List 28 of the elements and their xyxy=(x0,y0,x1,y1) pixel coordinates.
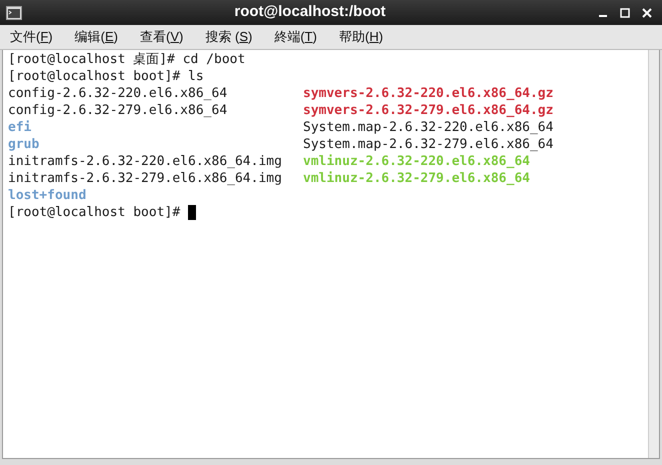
file-name: symvers-2.6.32-279.el6.x86_64.gz xyxy=(303,102,554,119)
file-name: System.map-2.6.32-220.el6.x86_64 xyxy=(303,119,554,136)
menu-item[interactable]: 编辑(E) xyxy=(74,27,118,47)
file-name: initramfs-2.6.32-220.el6.x86_64.img xyxy=(8,153,283,170)
file-name: efi xyxy=(8,119,32,136)
command-line: [root@localhost boot]# xyxy=(8,204,180,221)
menu-item[interactable]: 查看(V) xyxy=(140,27,184,47)
file-name: symvers-2.6.32-220.el6.x86_64.gz xyxy=(303,85,554,102)
file-name: System.map-2.6.32-279.el6.x86_64 xyxy=(303,136,554,153)
cursor xyxy=(188,205,196,220)
file-name: config-2.6.32-220.el6.x86_64 xyxy=(8,85,228,102)
close-icon[interactable] xyxy=(642,8,652,18)
terminal-icon xyxy=(6,6,22,20)
file-name: lost+found xyxy=(8,187,88,204)
menu-item[interactable]: 帮助(H) xyxy=(338,27,384,47)
command-line: [root@localhost 桌面]# cd /boot xyxy=(8,51,246,68)
scrollbar[interactable] xyxy=(648,50,659,458)
menu-item[interactable]: 終端(T) xyxy=(274,27,317,47)
menu-item[interactable]: 文件(F) xyxy=(10,27,53,47)
maximize-icon[interactable] xyxy=(620,8,630,18)
file-name: config-2.6.32-279.el6.x86_64 xyxy=(8,102,228,119)
window-title: root@localhost:/boot xyxy=(233,2,387,22)
menu-item[interactable]: 搜索 (S) xyxy=(205,27,252,47)
command-line: [root@localhost boot]# ls xyxy=(8,68,204,85)
file-name: grub xyxy=(8,136,40,153)
file-name: vmlinuz-2.6.32-279.el6.x86_64 xyxy=(303,170,531,187)
file-name: initramfs-2.6.32-279.el6.x86_64.img xyxy=(8,170,283,187)
file-name: vmlinuz-2.6.32-220.el6.x86_64 xyxy=(303,153,531,170)
